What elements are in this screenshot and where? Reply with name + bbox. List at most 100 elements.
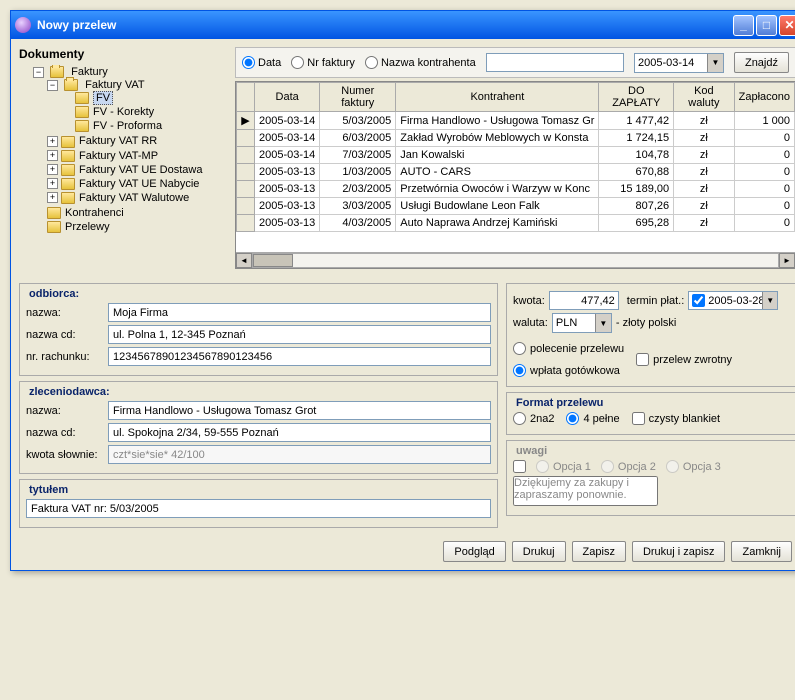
horizontal-scrollbar[interactable]: ◄ ► — [236, 252, 795, 268]
uwagi-textarea: Dziękujemy za zakupy i zapraszamy ponown… — [513, 476, 658, 506]
col-zaplacono[interactable]: Zapłacono — [734, 83, 794, 112]
tree-faktury-vat[interactable]: Faktury VAT — [85, 79, 145, 91]
row-selector[interactable] — [237, 198, 255, 215]
tytulem-legend: tytułem — [26, 484, 71, 496]
opcja2-radio: Opcja 2 — [601, 460, 656, 473]
folder-icon — [47, 221, 61, 233]
filter-radio-nrfaktury[interactable]: Nr faktury — [291, 56, 355, 69]
zleceniodawca-legend: zleceniodawca: — [26, 386, 113, 398]
close-button[interactable]: ✕ — [779, 15, 795, 36]
tree-faktury-vat-rr[interactable]: Faktury VAT RR — [79, 136, 157, 148]
tree-faktury[interactable]: Faktury — [71, 66, 108, 78]
czysty-blankiet-checkbox[interactable]: czysty blankiet — [632, 412, 721, 425]
col-kontrahent[interactable]: Kontrahent — [396, 83, 599, 112]
tree-fv-korekty[interactable]: FV - Korekty — [93, 106, 154, 118]
expand-toggle[interactable]: + — [47, 164, 58, 175]
odbiorca-nazwacd-input[interactable] — [108, 325, 491, 344]
grid-corner — [237, 83, 255, 112]
row-selector[interactable] — [237, 164, 255, 181]
wplata-radio[interactable]: wpłata gotówkowa — [513, 364, 624, 377]
table-row[interactable]: 2005-03-131/03/2005AUTO - CARS670,88zł0 — [237, 164, 795, 181]
filter-bar: Data Nr faktury Nazwa kontrahenta 2005-0… — [235, 47, 795, 78]
table-row[interactable]: 2005-03-132/03/2005Przetwórnia Owoców i … — [237, 181, 795, 198]
expand-toggle[interactable]: + — [47, 136, 58, 147]
button-bar: Podgląd Drukuj Zapisz Drukuj i zapisz Za… — [19, 541, 795, 562]
tree-przelewy[interactable]: Przelewy — [65, 221, 110, 233]
scroll-right-icon[interactable]: ► — [779, 253, 795, 268]
scroll-left-icon[interactable]: ◄ — [236, 253, 252, 268]
filter-date-combo[interactable]: 2005-03-14▼ — [634, 53, 724, 73]
app-icon — [15, 17, 31, 33]
find-button[interactable]: Znajdź — [734, 52, 789, 73]
zapisz-button[interactable]: Zapisz — [572, 541, 626, 562]
chevron-down-icon[interactable]: ▼ — [707, 54, 723, 72]
drukuj-button[interactable]: Drukuj — [512, 541, 566, 562]
filter-radio-nazwa[interactable]: Nazwa kontrahenta — [365, 56, 476, 69]
format-group: Format przelewu 2na2 4 pełne czysty blan… — [506, 392, 795, 435]
tree-faktury-vat-walutowe[interactable]: Faktury VAT Walutowe — [79, 192, 189, 204]
col-do-zaplaty[interactable]: DO ZAPŁATY — [599, 83, 674, 112]
table-row[interactable]: 2005-03-146/03/2005Zakład Wyrobów Meblow… — [237, 130, 795, 147]
table-row[interactable]: 2005-03-133/03/2005Usługi Budowlane Leon… — [237, 198, 795, 215]
format-2na2-radio[interactable]: 2na2 — [513, 412, 554, 425]
folder-icon — [75, 92, 89, 104]
zleceniodawca-nazwa-input[interactable] — [108, 401, 491, 420]
tree-faktury-vat-mp[interactable]: Faktury VAT-MP — [79, 150, 158, 162]
podglad-button[interactable]: Podgląd — [443, 541, 505, 562]
przelew-zwrotny-checkbox[interactable]: przelew zwrotny — [636, 353, 732, 366]
app-window: Nowy przelew _ □ ✕ Dokumenty − Faktury — [10, 10, 795, 571]
drukuj-zapisz-button[interactable]: Drukuj i zapisz — [632, 541, 726, 562]
folder-icon — [61, 178, 75, 190]
expand-toggle[interactable]: − — [47, 80, 58, 91]
tree-fv-proforma[interactable]: FV - Proforma — [93, 120, 162, 132]
minimize-button[interactable]: _ — [733, 15, 754, 36]
row-selector[interactable] — [237, 130, 255, 147]
row-selector[interactable] — [237, 147, 255, 164]
odbiorca-nazwa-input[interactable] — [108, 303, 491, 322]
odbiorca-rachunek-input[interactable] — [108, 347, 491, 366]
expand-toggle[interactable]: + — [47, 150, 58, 161]
tree-faktury-vat-ue-dostawa[interactable]: Faktury VAT UE Dostawa — [79, 164, 202, 176]
expand-toggle[interactable]: + — [47, 178, 58, 189]
zamknij-button[interactable]: Zamknij — [731, 541, 792, 562]
kwota-input[interactable] — [549, 291, 619, 310]
folder-icon — [50, 66, 64, 78]
chevron-down-icon[interactable]: ▼ — [762, 292, 777, 309]
col-kod-waluty[interactable]: Kod waluty — [674, 83, 734, 112]
scroll-thumb[interactable] — [253, 254, 293, 267]
row-selector[interactable] — [237, 215, 255, 232]
folder-icon — [61, 150, 75, 162]
documents-heading: Dokumenty — [19, 47, 229, 61]
kwota-slownie-input — [108, 445, 491, 464]
table-row[interactable]: ▶2005-03-145/03/2005Firma Handlowo - Usł… — [237, 112, 795, 130]
table-row[interactable]: 2005-03-134/03/2005Auto Naprawa Andrzej … — [237, 215, 795, 232]
format-4pelne-radio[interactable]: 4 pełne — [566, 412, 619, 425]
expand-toggle[interactable]: + — [47, 192, 58, 203]
row-selector[interactable] — [237, 181, 255, 198]
folder-icon — [64, 79, 78, 91]
expand-toggle[interactable]: − — [33, 67, 44, 78]
polecenie-radio[interactable]: polecenie przelewu — [513, 342, 624, 355]
uwagi-checkbox[interactable] — [513, 460, 526, 473]
folder-icon — [61, 136, 75, 148]
col-data[interactable]: Data — [255, 83, 320, 112]
termin-checkbox[interactable] — [692, 294, 705, 307]
tree-faktury-vat-ue-nabycie[interactable]: Faktury VAT UE Nabycie — [79, 178, 199, 190]
filter-text-input[interactable] — [486, 53, 624, 72]
col-numer-faktury[interactable]: Numer faktury — [320, 83, 396, 112]
filter-radio-data[interactable]: Data — [242, 56, 281, 69]
termin-date-field[interactable]: 2005-03-28 ▼ — [688, 291, 778, 310]
chevron-down-icon[interactable]: ▼ — [595, 314, 611, 332]
maximize-button[interactable]: □ — [756, 15, 777, 36]
tree-kontrahenci[interactable]: Kontrahenci — [65, 207, 124, 219]
zleceniodawca-group: zleceniodawca: nazwa: nazwa cd: kwota sł… — [19, 381, 498, 474]
titlebar: Nowy przelew _ □ ✕ — [11, 11, 795, 39]
tree-fv[interactable]: FV — [93, 91, 113, 105]
row-selector[interactable]: ▶ — [237, 112, 255, 130]
waluta-combo[interactable]: PLN▼ — [552, 313, 612, 333]
window-title: Nowy przelew — [37, 18, 733, 32]
opcja1-radio: Opcja 1 — [536, 460, 591, 473]
tytulem-input[interactable] — [26, 499, 491, 518]
zleceniodawca-nazwacd-input[interactable] — [108, 423, 491, 442]
table-row[interactable]: 2005-03-147/03/2005Jan Kowalski104,78zł0 — [237, 147, 795, 164]
